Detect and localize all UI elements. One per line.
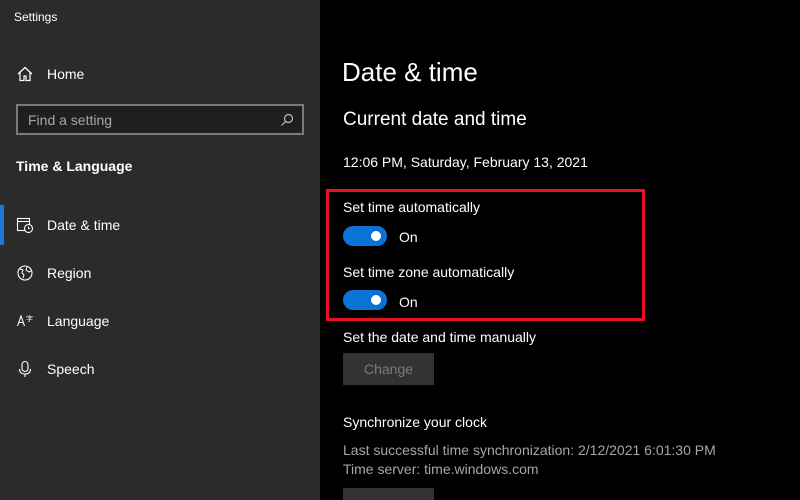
main-content: Date & time Current date and time 12:06 … [320, 0, 800, 500]
globe-icon [17, 265, 33, 281]
set-timezone-auto-label: Set time zone automatically [343, 264, 515, 280]
sidebar-item-label: Speech [47, 361, 95, 377]
sidebar-item-label: Region [47, 265, 92, 281]
section-title: Time & Language [16, 158, 133, 174]
svg-text:字: 字 [26, 314, 33, 323]
set-timezone-auto-toggle[interactable] [343, 290, 387, 310]
active-indicator [0, 205, 4, 245]
search-input[interactable]: Find a setting [16, 104, 304, 135]
page-title: Date & time [342, 57, 478, 87]
set-timezone-auto-state: On [399, 294, 418, 310]
home-label: Home [47, 66, 85, 82]
language-icon: 字 [16, 314, 33, 327]
sidebar-item-speech[interactable]: Speech [0, 349, 320, 389]
sidebar-item-language[interactable]: 字 Language [0, 301, 320, 341]
set-time-auto-toggle[interactable] [343, 226, 387, 246]
sync-title: Synchronize your clock [343, 414, 487, 430]
home-nav-item[interactable]: Home [0, 58, 320, 90]
last-sync-text: Last successful time synchronization: 2/… [343, 442, 716, 458]
home-icon [17, 66, 33, 82]
search-icon[interactable] [279, 112, 295, 128]
sync-now-button[interactable] [343, 488, 434, 500]
toggle-knob [371, 295, 381, 305]
sidebar-item-label: Date & time [47, 217, 121, 233]
microphone-icon [18, 360, 32, 377]
sidebar: Settings Home Find a setting Time & Lang… [0, 0, 320, 500]
time-server-text: Time server: time.windows.com [343, 461, 539, 477]
sidebar-item-label: Language [47, 313, 110, 329]
set-time-auto-label: Set time automatically [343, 199, 480, 215]
manual-time-label: Set the date and time manually [343, 329, 537, 345]
date-time-icon [16, 217, 34, 234]
toggle-knob [371, 231, 381, 241]
sidebar-item-date-time[interactable]: Date & time [0, 205, 320, 245]
section-subtitle: Current date and time [343, 109, 527, 130]
app-title: Settings [14, 10, 58, 24]
current-date-time: 12:06 PM, Saturday, February 13, 2021 [343, 154, 588, 170]
set-time-auto-state: On [399, 229, 418, 245]
change-button[interactable]: Change [343, 353, 434, 385]
sidebar-item-region[interactable]: Region [0, 253, 320, 293]
settings-window: Settings Home Find a setting Time & Lang… [0, 0, 800, 500]
search-placeholder: Find a setting [28, 112, 113, 128]
